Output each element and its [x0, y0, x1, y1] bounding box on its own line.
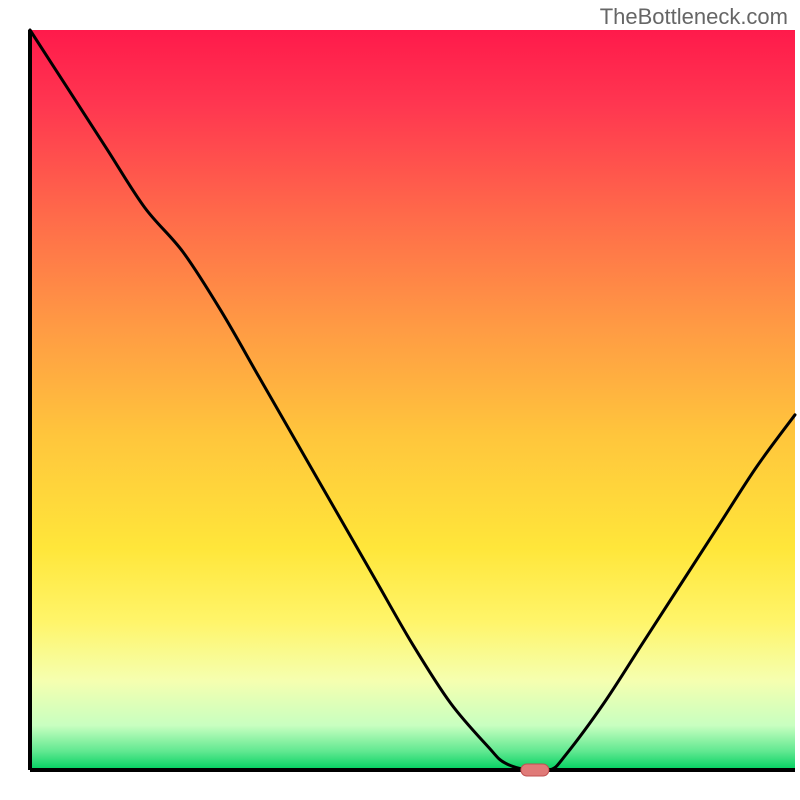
optimal-marker [521, 764, 549, 776]
chart-container: { "watermark": "TheBottleneck.com", "cha… [0, 0, 800, 800]
bottleneck-chart [0, 0, 800, 800]
plot-background [30, 30, 795, 770]
watermark-text: TheBottleneck.com [600, 4, 788, 30]
